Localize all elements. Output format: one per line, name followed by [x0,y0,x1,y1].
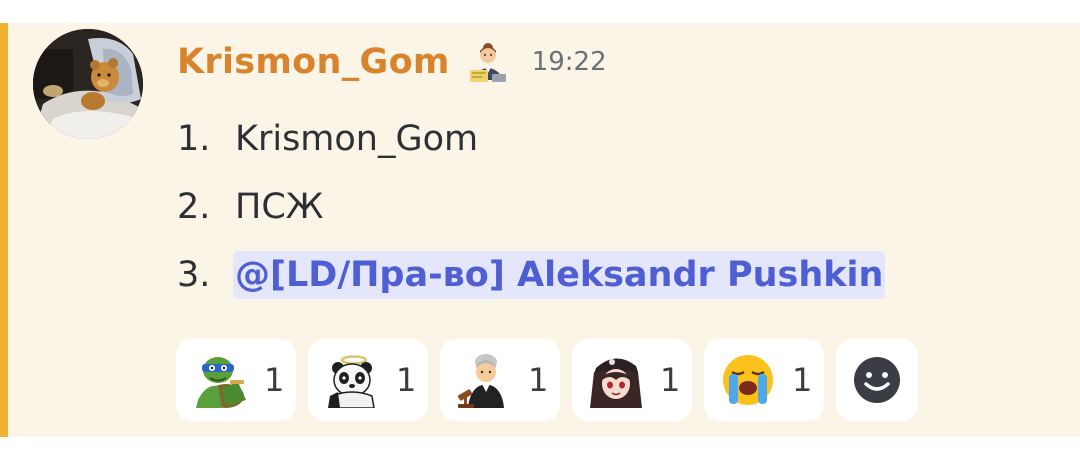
reaction-button[interactable]: 1 [704,339,824,421]
mention-highlight-bar [0,23,8,437]
reaction-button[interactable]: 1 [176,339,296,421]
reaction-count: 1 [528,361,549,399]
list-item-number: 1. [177,119,211,159]
reactions-bar: 1 1 1 1 1 [176,339,918,421]
list-item-number: 2. [177,187,211,227]
reaction-count: 1 [660,361,681,399]
ninja-turtle-emoji-icon [192,352,248,408]
list-item-number: 3. [177,255,211,295]
reaction-button[interactable]: 1 [440,339,560,421]
list-item-text: ПСЖ [235,187,324,227]
reaction-button[interactable]: 1 [572,339,692,421]
message-header: Krismon_Gom 19:22 [177,37,607,87]
list-item: 1. Krismon_Gom [177,105,885,173]
avatar[interactable] [33,29,143,139]
reaction-button[interactable]: 1 [308,339,428,421]
reaction-count: 1 [264,361,285,399]
list-item-text: Krismon_Gom [235,119,479,159]
user-mention[interactable]: @[LD/Пра-во] Aleksandr Pushkin [233,251,886,299]
panda-angel-emoji-icon [324,352,380,409]
message-ordered-list: 1. Krismon_Gom 2. ПСЖ 3. @[LD/Пра-во] Al… [177,105,886,309]
smiley-face-icon [854,357,900,403]
loudly-crying-face-emoji-icon [720,352,776,408]
add-reaction-button[interactable] [836,339,918,421]
chat-message: Krismon_Gom 19:22 1. Krismon_Gom 2. ПСЖ … [0,23,1080,437]
reaction-count: 1 [792,361,813,399]
office-worker-icon[interactable] [466,40,510,84]
judge-emoji-icon [456,352,512,408]
anime-girl-emoji-icon [588,352,644,408]
reaction-count: 1 [396,361,417,399]
username[interactable]: Krismon_Gom [177,42,450,82]
list-item: 3. @[LD/Пра-во] Aleksandr Pushkin [177,241,886,309]
timestamp: 19:22 [531,47,607,77]
list-item: 2. ПСЖ [177,173,885,241]
